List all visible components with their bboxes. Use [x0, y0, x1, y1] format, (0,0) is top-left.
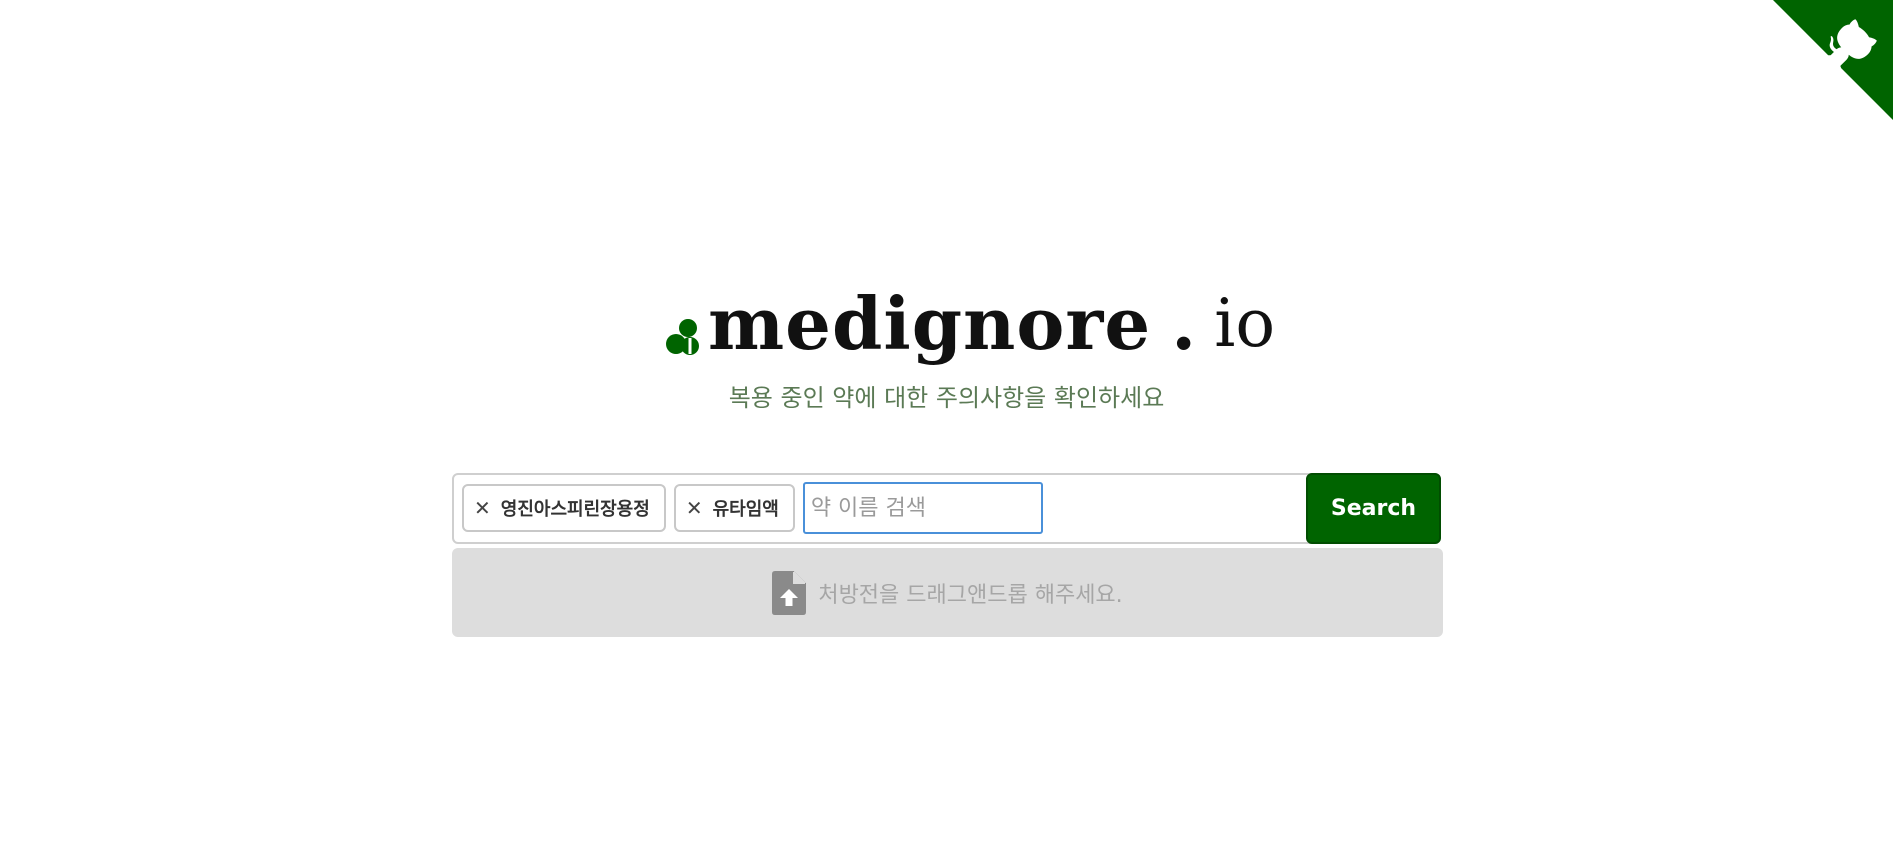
selected-drug-list: ✕ 영진아스피린장용정 ✕ 유타임액 — [462, 482, 1043, 534]
search-button[interactable]: Search — [1306, 473, 1441, 544]
logo-dot: . — [1171, 281, 1197, 366]
pill-logo-icon — [666, 319, 699, 355]
selected-drug-chip[interactable]: ✕ 영진아스피린장용정 — [462, 484, 666, 532]
tagline: 복용 중인 약에 대한 주의사항을 확인하세요 — [728, 384, 1165, 412]
logo-name: medignore — [708, 281, 1152, 366]
logo-tld: io — [1214, 285, 1276, 362]
selected-drug-label: 영진아스피린장용정 — [500, 499, 650, 520]
selected-drug-chip[interactable]: ✕ 유타임액 — [673, 484, 795, 532]
site-logo: medignore . io — [666, 284, 1275, 364]
remove-icon[interactable]: ✕ — [686, 498, 703, 518]
selected-drug-label: 유타임액 — [712, 499, 779, 520]
search-bar: ✕ 영진아스피린장용정 ✕ 유타임액 — [452, 473, 1441, 544]
page: medignore . io 복용 중인 약에 대한 주의사항을 확인하세요 ✕… — [0, 0, 1893, 859]
remove-icon[interactable]: ✕ — [474, 498, 491, 518]
dropzone-text: 처방전을 드래그앤드롭 해주세요. — [818, 582, 1123, 608]
file-upload-icon — [772, 570, 807, 615]
prescription-dropzone[interactable]: 처방전을 드래그앤드롭 해주세요. — [452, 548, 1443, 637]
drug-search-input[interactable] — [802, 482, 1043, 534]
github-corner-link[interactable] — [1773, 0, 1893, 120]
